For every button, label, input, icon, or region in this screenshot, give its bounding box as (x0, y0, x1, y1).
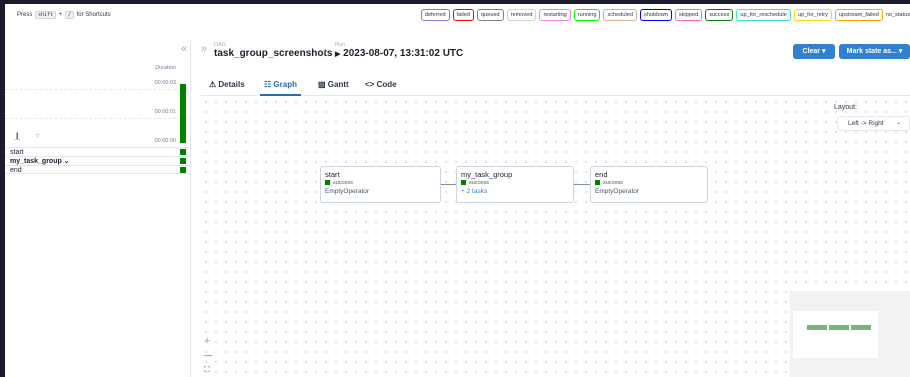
node-status: success (461, 179, 569, 187)
shift-key: shift (35, 11, 57, 19)
status-text: success (469, 180, 489, 186)
task-status-cell[interactable] (180, 149, 186, 155)
grid-panel: « Duration 00:00:03 00:00:01 00:00:00 I̲… (5, 40, 191, 377)
graph-icon: ☷ (264, 80, 272, 89)
task-list: start my_task_group ⌄ end (5, 147, 191, 174)
layout-label: Layout: (834, 104, 857, 111)
collapse-grid-icon[interactable]: « (181, 43, 187, 55)
shortcut-hint: Press shift + / for Shortcuts (17, 11, 111, 19)
node-end[interactable]: end success EmptyOperator (590, 166, 708, 203)
status-square-icon (461, 180, 466, 186)
duration-tick: 00:00:03 (154, 80, 176, 86)
shortcut-text: for Shortcuts (76, 12, 111, 18)
task-status-cell[interactable] (180, 167, 186, 173)
tab-label: Graph (273, 80, 297, 89)
status-text: success (603, 180, 623, 186)
minimap-node (829, 325, 849, 330)
duration-tick: 00:00:00 (154, 138, 176, 144)
tab-label: Code (376, 80, 397, 89)
tab-gantt[interactable]: ▨ Gantt (318, 74, 349, 96)
tab-label: Details (218, 80, 245, 89)
warning-icon: ⚠ (209, 80, 217, 89)
tab-bar: ⚠ Details ☷ Graph ▨ Gantt <> Code (201, 74, 910, 96)
expand-panel-icon[interactable]: » (201, 43, 207, 55)
task-row-start[interactable]: start (5, 147, 191, 156)
grid-line (5, 89, 191, 90)
legend-scheduled[interactable]: scheduled (603, 9, 637, 21)
minimap-viewport (793, 311, 878, 358)
edge-group-to-end (574, 184, 590, 185)
task-label: my_task_group ⌄ (10, 158, 70, 165)
clear-button[interactable]: Clear ▾ (793, 44, 835, 59)
play-icon: ▶ (335, 51, 341, 58)
legend-queued[interactable]: queued (477, 9, 504, 21)
status-square-icon (325, 180, 330, 186)
node-start[interactable]: start success EmptyOperator (320, 166, 441, 203)
expand-group-link[interactable]: + 2 tasks (461, 187, 569, 196)
node-name: end (595, 170, 608, 179)
legend-up-for-retry[interactable]: up_for_retry (793, 9, 832, 21)
legend-restarting[interactable]: restarting (539, 9, 571, 21)
tab-details[interactable]: ⚠ Details (209, 74, 245, 96)
legend-success[interactable]: success (705, 9, 734, 21)
zoom-in-button[interactable]: + (204, 335, 210, 347)
legend-no-status[interactable]: no_status (885, 10, 910, 20)
tab-code[interactable]: <> Code (365, 74, 397, 96)
top-bar: Press shift + / for Shortcuts deferred fa… (5, 4, 910, 26)
node-status: success (325, 179, 436, 187)
status-square-icon (595, 180, 600, 186)
gantt-icon: ▨ (318, 80, 326, 89)
legend-removed[interactable]: removed (506, 9, 537, 21)
airflow-window: Press shift + / for Shortcuts deferred fa… (5, 4, 910, 377)
duration-label: Duration (155, 65, 176, 71)
node-name: start (325, 170, 340, 179)
minimap-node (851, 325, 871, 330)
task-status-cell[interactable] (180, 158, 186, 164)
node-status: success (595, 179, 703, 187)
run-duration-bar[interactable] (180, 84, 186, 143)
state-legend: deferred failed queued removed restarting run… (420, 9, 910, 21)
task-row-end[interactable]: end (5, 165, 191, 174)
legend-failed[interactable]: failed (452, 9, 474, 21)
minimap-node (807, 325, 827, 330)
mark-state-button[interactable]: Mark state as... ▾ (839, 44, 910, 59)
shortcut-plus: + (58, 12, 63, 18)
tab-label: Gantt (327, 80, 349, 89)
expand-all-icon[interactable]: I̲ (16, 131, 19, 141)
legend-up-for-reschedule[interactable]: up_for_reschedule (736, 9, 791, 21)
chevron-down-icon: ⌄ (895, 120, 901, 126)
node-operator: EmptyOperator (325, 188, 370, 195)
task-label: end (10, 167, 22, 174)
code-icon: <> (365, 80, 375, 89)
legend-upstream-failed[interactable]: upstream_failed (834, 9, 883, 21)
fit-view-button[interactable]: ⛶ (204, 365, 210, 375)
grid-line (5, 118, 191, 119)
node-my-task-group[interactable]: my_task_group success + 2 tasks (456, 166, 574, 203)
legend-skipped[interactable]: skipped (674, 9, 703, 21)
run-id: 2023-08-07, 13:31:02 UTC (343, 48, 464, 59)
tab-graph[interactable]: ☷ Graph (260, 74, 301, 96)
run-breadcrumb[interactable]: ▶ 2023-08-07, 13:31:02 UTC (335, 48, 463, 59)
legend-deferred[interactable]: deferred (420, 9, 450, 21)
node-operator: EmptyOperator (595, 188, 640, 195)
graph-canvas[interactable]: Layout: Left -> Right ⌄ start success Em… (201, 97, 910, 377)
slash-key: / (64, 11, 74, 19)
node-name: my_task_group (461, 170, 513, 179)
edge-start-to-group (441, 184, 456, 185)
dag-id-link[interactable]: task_group_screenshots (214, 48, 332, 59)
shortcut-text: Press (17, 12, 33, 18)
layout-value: Left -> Right (848, 120, 884, 127)
zoom-out-button[interactable]: — (204, 351, 212, 360)
duration-tick: 00:00:01 (154, 109, 176, 115)
task-label: start (10, 149, 24, 156)
legend-running[interactable]: running (573, 9, 601, 21)
breadcrumb-separator: / (322, 46, 326, 60)
task-row-my-task-group[interactable]: my_task_group ⌄ (5, 156, 191, 165)
minimap[interactable] (790, 291, 910, 377)
collapse-all-icon[interactable]: ÷ (35, 130, 40, 140)
main-panel: » DAG task_group_screenshots / Run ▶ 202… (201, 40, 910, 377)
legend-shutdown[interactable]: shutdown (639, 9, 672, 21)
layout-select[interactable]: Left -> Right ⌄ (837, 116, 910, 131)
status-text: success (333, 180, 353, 186)
